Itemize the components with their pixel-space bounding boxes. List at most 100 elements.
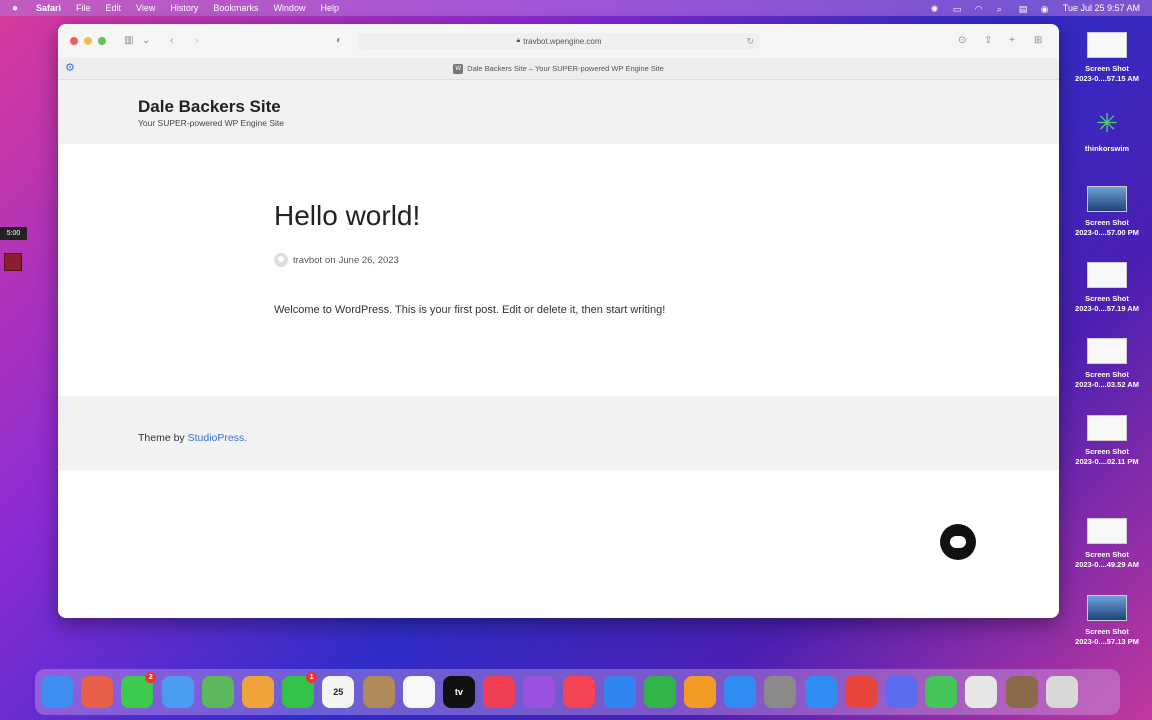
menu-file[interactable]: File [76,3,91,13]
notes-icon[interactable] [362,676,395,708]
appstore-icon[interactable] [724,676,757,708]
numbers-icon[interactable] [643,676,676,708]
photo-stack-icon[interactable] [1005,676,1038,708]
browser-toolbar: ▥ ⌄ ‹ › ◐ 🔒︎ travbot.wpengine.com ↻ ⊙ ⇪ … [58,24,1059,58]
minimize-window-button[interactable] [84,37,92,45]
downloads-icon[interactable]: ⊙ [958,35,966,47]
desktop-icon-label: Screen Shot [1085,294,1129,303]
new-tab-icon[interactable]: + [1009,35,1015,47]
post-meta-on: on [325,254,336,266]
menu-edit[interactable]: Edit [106,3,122,13]
post-author[interactable]: travbot [293,255,322,266]
desktop-icon[interactable]: Screen Shot 2023-0....57.15 AM [1062,32,1152,84]
gear-status-icon[interactable]: ✺ [931,4,941,14]
screenshot-thumbnail-icon [1087,518,1127,544]
tv-icon[interactable]: tv [442,676,475,708]
post-body: Welcome to WordPress. This is your first… [274,304,666,316]
calendar-icon[interactable]: 25 [322,676,355,708]
tab-overview-icon[interactable]: ⊞ [1034,35,1042,47]
notification-badge: 1 [306,672,318,683]
desktop-icon-label: Screen Shot [1085,218,1129,227]
mail-icon[interactable] [161,676,194,708]
footer-text: Theme by StudioPress. [138,432,247,444]
desktop-icon-sublabel: 2023-0....03.52 AM [1075,380,1139,389]
desktop-icon[interactable]: Screen Shot 2023-0....57.13 PM [1062,595,1152,647]
chat-widget-button[interactable] [940,524,976,560]
author-avatar [274,253,288,267]
site-footer: Theme by StudioPress. [58,396,1059,470]
screenshot-thumbnail-icon [1087,32,1127,58]
news-icon[interactable] [563,676,596,708]
menu-view[interactable]: View [136,3,155,13]
desktop-icon-label: Screen Shot [1085,370,1129,379]
search-icon[interactable]: ⌕ [997,4,1007,14]
battery-icon[interactable]: ▭ [953,4,963,14]
podcasts-icon[interactable] [523,676,556,708]
trash-icon[interactable] [1045,676,1078,708]
maps-icon[interactable] [201,676,234,708]
desktop-icon-sublabel: 2023-0....57.15 AM [1075,74,1139,83]
menu-history[interactable]: History [170,3,198,13]
post-date[interactable]: June 26, 2023 [339,255,399,266]
address-bar[interactable]: 🔒︎ travbot.wpengine.com ↻ [358,33,760,49]
menubar-clock[interactable]: Tue Jul 25 9:57 AM [1063,3,1140,13]
favicon-icon: W [453,63,464,74]
privacy-shield-icon[interactable]: ◐ [336,35,342,47]
share-icon[interactable]: ⇪ [984,35,992,47]
desktop-icon-sublabel: 2023-0....49.29 AM [1075,560,1139,569]
desktop-icon[interactable]: Screen Shot 2023-0....49.29 AM [1062,518,1152,570]
zoom-window-button[interactable] [98,37,106,45]
control-center-icon[interactable]: ▤ [1019,4,1029,14]
site-header: Dale Backers Site Your SUPER-powered WP … [58,80,1059,144]
photos-icon[interactable] [241,676,274,708]
lock-icon: 🔒︎ [516,37,521,44]
extension-gear-icon[interactable]: ⚙ [65,62,77,74]
chat-bubble-icon [950,536,966,548]
post-title[interactable]: Hello world! [274,200,420,232]
keynote-icon[interactable] [603,676,636,708]
screenshot-thumbnail-icon [1087,415,1127,441]
menu-app-name[interactable]: Safari [36,3,61,13]
desktop-icon[interactable]: Screen Shot 2023-0....57.19 AM [1062,262,1152,314]
site-title[interactable]: Dale Backers Site [138,97,281,117]
document-icon[interactable] [965,676,998,708]
close-window-button[interactable] [70,37,78,45]
system-preferences-icon[interactable] [764,676,797,708]
desktop-icon[interactable]: ✳ thinkorswim [1062,108,1152,154]
sidebar-toggle-icon[interactable]: ▥ [124,35,133,47]
facetime-icon[interactable]: 1 [282,672,318,708]
menu-bookmarks[interactable]: Bookmarks [213,3,258,13]
menu-window[interactable]: Window [273,3,305,13]
chat-app-icon[interactable] [925,676,958,708]
desktop-icon[interactable]: Screen Shot 2023-0....02.11 PM [1062,415,1152,467]
tab-title[interactable]: Dale Backers Site – Your SUPER-powered W… [467,64,664,73]
launchpad-icon[interactable] [81,676,114,708]
wifi-icon[interactable]: ◠ [975,4,985,14]
forward-arrow-icon[interactable]: › [195,35,198,47]
chevron-down-icon[interactable]: ⌄ [142,35,150,47]
desktop-icon[interactable]: Screen Shot 2023-0....03.52 AM [1062,338,1152,390]
finder-icon[interactable] [41,676,73,708]
desktop-icon-label: Screen Shot [1085,627,1129,636]
screenshot-thumbnail-icon [1087,186,1127,212]
desktop-icon[interactable]: Screen Shot 2023-0....57.00 PM [1062,186,1152,238]
reload-icon[interactable]: ↻ [746,36,754,47]
notification-badge: 2 [145,672,157,683]
settings-flower-icon[interactable] [884,676,917,708]
apple-menu-icon[interactable]: ● [12,3,24,14]
siri-icon[interactable]: ◉ [1041,4,1051,14]
messages-icon[interactable]: 2 [121,672,157,708]
desktop-icon-label: thinkorswim [1084,144,1130,153]
chrome-icon[interactable] [844,676,877,708]
back-arrow-icon[interactable]: ‹ [170,35,173,47]
thinkorswim-icon: ✳ [1096,108,1118,138]
studiopress-link[interactable]: StudioPress. [188,432,248,444]
reminders-icon[interactable] [402,676,435,708]
screenshot-thumbnail-icon [1087,262,1127,288]
music-icon[interactable] [483,676,516,708]
menu-help[interactable]: Help [320,3,339,13]
safari-icon[interactable] [804,676,837,708]
stop-recording-button[interactable] [4,253,22,271]
pages-icon[interactable] [684,676,716,708]
post-content: Hello world! travbot on June 26, 2023 We… [58,144,1059,396]
